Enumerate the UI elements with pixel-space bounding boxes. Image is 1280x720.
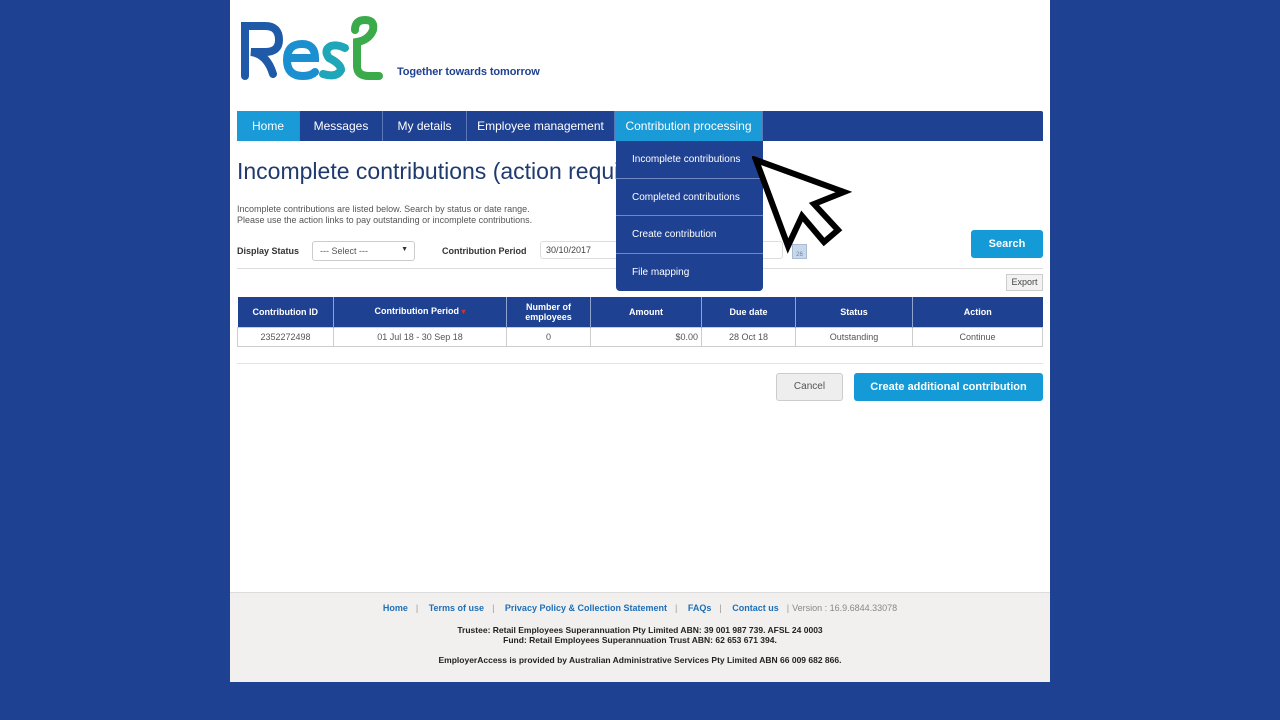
col-contribution-period-label: Contribution Period xyxy=(374,306,459,317)
tagline: Together towards tomorrow xyxy=(397,66,540,78)
nav-home[interactable]: Home xyxy=(237,111,300,141)
separator: | xyxy=(674,603,678,613)
divider xyxy=(237,363,1043,364)
nav-employee-management[interactable]: Employee management xyxy=(467,111,615,141)
col-contribution-id[interactable]: Contribution ID xyxy=(237,297,334,327)
page-title: Incomplete contributions (action require… xyxy=(237,158,661,184)
contribution-processing-menu: Incomplete contributions Completed contr… xyxy=(616,141,763,291)
chevron-down-icon: ▼ xyxy=(401,246,408,253)
cell-amount: $0.00 xyxy=(590,326,702,347)
trustee-text: Trustee: Retail Employees Superannuation… xyxy=(457,625,823,635)
continue-link[interactable]: Continue xyxy=(912,326,1043,347)
intro-line-2: Please use the action links to pay outst… xyxy=(237,215,533,225)
mouse-cursor-icon xyxy=(752,156,852,254)
footer-link-terms[interactable]: Terms of use xyxy=(429,603,484,613)
page-container: Together towards tomorrow Home Messages … xyxy=(230,0,1050,682)
nav-contribution-processing[interactable]: Contribution processing xyxy=(615,111,763,141)
rest-logo xyxy=(241,15,383,81)
footer-link-contact[interactable]: Contact us xyxy=(732,603,779,613)
cancel-button[interactable]: Cancel xyxy=(776,373,843,401)
menu-item-completed-contributions[interactable]: Completed contributions xyxy=(616,179,763,216)
cell-contribution-id: 2352272498 xyxy=(237,326,334,347)
export-button[interactable]: Export xyxy=(1006,274,1043,291)
separator: | xyxy=(492,603,495,613)
display-status-value: --- Select --- xyxy=(320,246,368,256)
menu-item-create-contribution[interactable]: Create contribution xyxy=(616,216,763,254)
display-status-select[interactable]: --- Select --- ▼ xyxy=(312,241,415,261)
contribution-period-label: Contribution Period xyxy=(442,246,527,256)
footer: Home | Terms of use | Privacy Policy & Col… xyxy=(230,592,1050,682)
col-number-of-employees[interactable]: Number of employees xyxy=(506,297,591,327)
contributions-table: Contribution ID Contribution Period ▾ Nu… xyxy=(237,297,1043,347)
sort-icon: ▾ xyxy=(461,307,466,317)
separator: | xyxy=(719,603,722,613)
fund-text: Fund: Retail Employees Superannuation Tr… xyxy=(503,635,777,645)
cell-due-date: 28 Oct 18 xyxy=(701,326,796,347)
cell-period: 01 Jul 18 - 30 Sep 18 xyxy=(333,326,507,347)
provider-text: EmployerAccess is provided by Australian… xyxy=(438,655,842,665)
search-button[interactable]: Search xyxy=(971,230,1043,258)
col-contribution-period[interactable]: Contribution Period ▾ xyxy=(333,297,507,327)
cell-employees: 0 xyxy=(506,326,591,347)
nav-messages[interactable]: Messages xyxy=(300,111,383,141)
table-header-row: Contribution ID Contribution Period ▾ Nu… xyxy=(237,297,1043,327)
footer-links: Home | Terms of use | Privacy Policy & Col… xyxy=(230,603,1050,613)
intro-text: Incomplete contributions are listed belo… xyxy=(237,204,532,226)
display-status-label: Display Status xyxy=(237,246,300,256)
menu-item-incomplete-contributions[interactable]: Incomplete contributions xyxy=(616,141,763,179)
intro-line-1: Incomplete contributions are listed belo… xyxy=(237,204,530,214)
footer-link-privacy[interactable]: Privacy Policy & Collection Statement xyxy=(505,603,667,613)
version-text: Version : 16.9.6844.33078 xyxy=(792,603,898,613)
separator: | xyxy=(786,603,790,613)
table-row: 2352272498 01 Jul 18 - 30 Sep 18 0 $0.00… xyxy=(237,326,1043,347)
nav-my-details[interactable]: My details xyxy=(383,111,467,141)
col-status[interactable]: Status xyxy=(795,297,913,327)
col-due-date[interactable]: Due date xyxy=(701,297,796,327)
footer-link-home[interactable]: Home xyxy=(383,603,408,613)
cell-status: Outstanding xyxy=(795,326,913,347)
col-action[interactable]: Action xyxy=(912,297,1043,327)
main-nav: Home Messages My details Employee manage… xyxy=(237,111,1043,141)
menu-item-file-mapping[interactable]: File mapping xyxy=(616,254,763,292)
create-additional-contribution-button[interactable]: Create additional contribution xyxy=(854,373,1043,401)
col-amount[interactable]: Amount xyxy=(590,297,702,327)
separator: | xyxy=(415,603,419,613)
footer-link-faqs[interactable]: FAQs xyxy=(688,603,712,613)
